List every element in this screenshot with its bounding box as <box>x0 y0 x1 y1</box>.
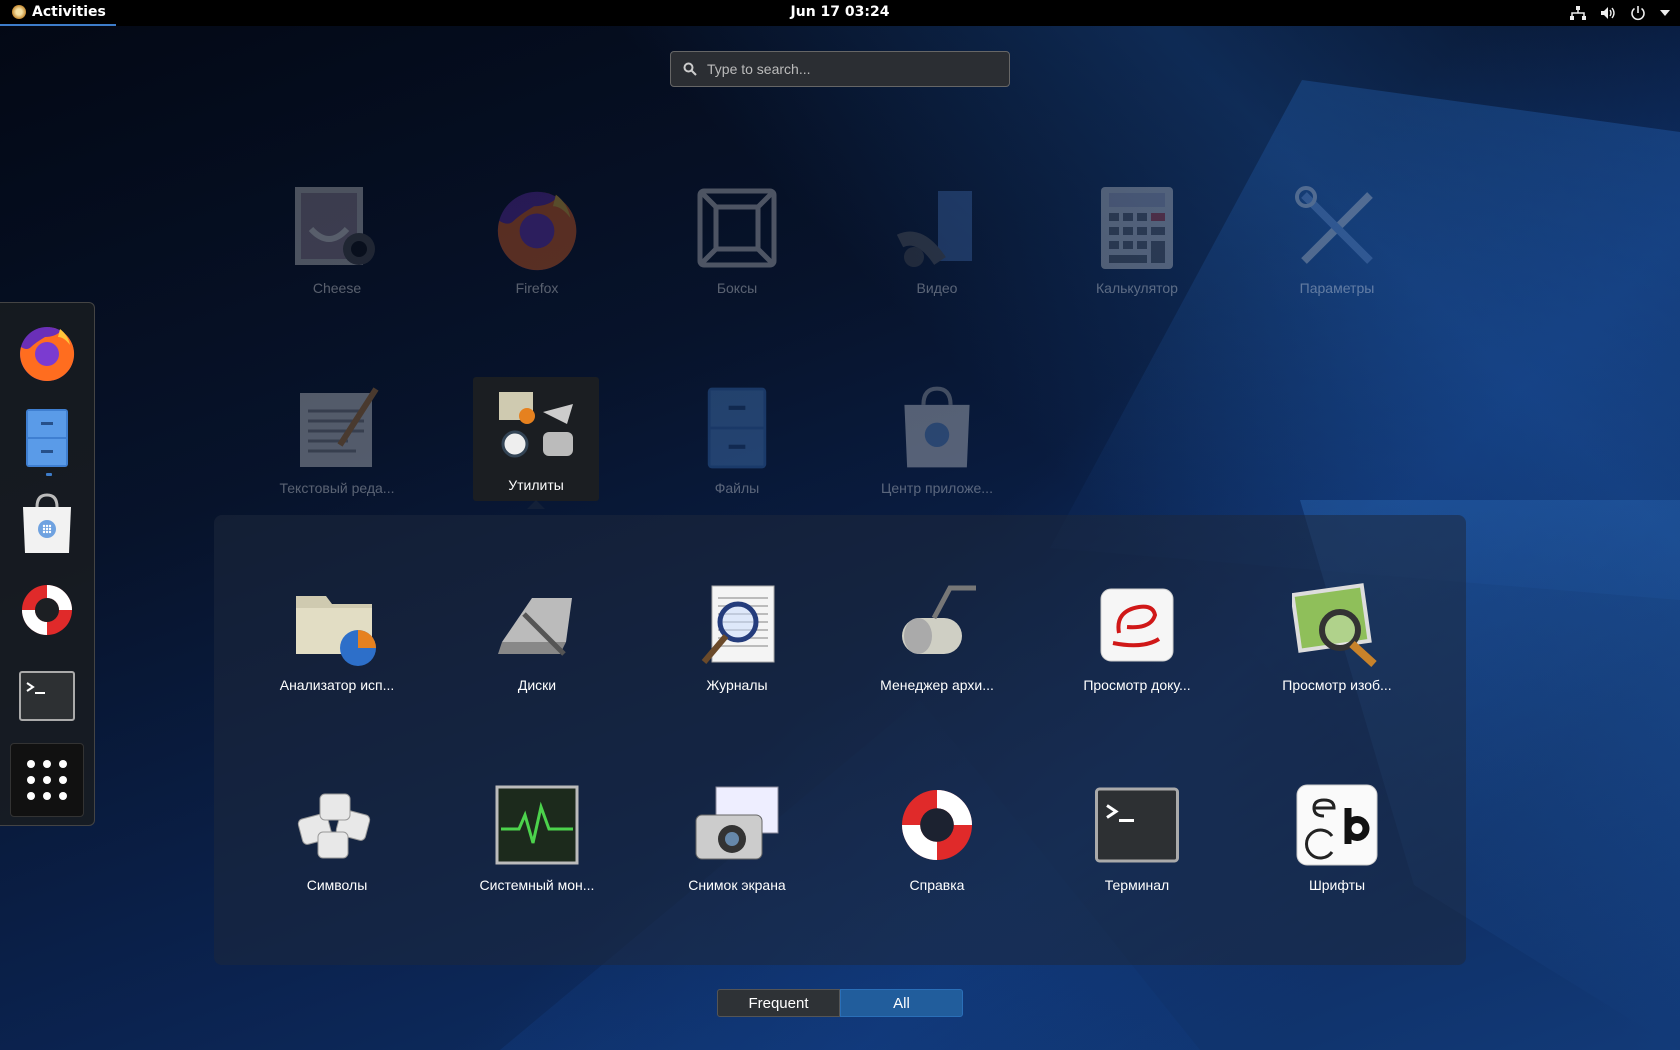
app-calculator[interactable]: Калькулятор <box>1072 180 1202 308</box>
screenshot-camera-icon <box>695 786 779 860</box>
document-viewer-icon <box>1100 588 1174 662</box>
top-bar: Activities Jun 17 03:24 <box>0 0 1680 26</box>
files-icon <box>26 409 68 467</box>
show-apps-button[interactable] <box>10 743 84 817</box>
app-settings[interactable]: Параметры <box>1272 180 1402 308</box>
app-system-monitor[interactable]: Системный мон... <box>472 777 602 905</box>
all-button[interactable]: All <box>840 989 963 1017</box>
app-disks[interactable]: Диски <box>472 577 602 705</box>
system-tray[interactable] <box>1570 0 1670 26</box>
software-bag-icon <box>23 493 71 553</box>
app-terminal[interactable]: Терминал <box>1072 777 1202 905</box>
app-label: Диски <box>517 677 557 693</box>
text-editor-icon <box>300 387 379 467</box>
network-icon[interactable] <box>1570 6 1586 20</box>
app-characters[interactable]: Символы <box>272 777 402 905</box>
volume-icon[interactable] <box>1600 6 1616 20</box>
search-icon <box>683 62 697 76</box>
app-image-viewer[interactable]: Просмотр изоб... <box>1272 577 1402 705</box>
app-label: Cheese <box>312 280 362 296</box>
folder-pointer <box>527 500 545 509</box>
power-icon[interactable] <box>1630 5 1646 21</box>
app-label: Просмотр доку... <box>1083 677 1191 693</box>
app-document-viewer[interactable]: Просмотр доку... <box>1072 577 1202 705</box>
app-fonts[interactable]: Шрифты <box>1272 777 1402 905</box>
app-label: Боксы <box>716 280 758 296</box>
dash-help[interactable] <box>10 573 84 647</box>
view-switch: Frequent All <box>717 989 963 1017</box>
app-label: Текстовый реда... <box>279 480 395 496</box>
app-label: Шрифты <box>1308 877 1366 893</box>
frequent-button[interactable]: Frequent <box>717 989 840 1017</box>
app-label: Терминал <box>1104 877 1170 893</box>
app-files[interactable]: Файлы <box>672 380 802 508</box>
dash <box>0 302 95 826</box>
app-label: Видео <box>916 280 958 296</box>
app-disk-usage[interactable]: Анализатор исп... <box>272 577 402 705</box>
search-input[interactable] <box>707 61 987 77</box>
disk-usage-analyzer-icon <box>296 596 376 666</box>
app-label: Файлы <box>714 480 760 496</box>
show-apps-grid-icon <box>27 760 67 800</box>
firefox-icon <box>497 191 577 271</box>
app-help[interactable]: Справка <box>872 777 1002 905</box>
logs-magnifier-icon <box>701 585 775 664</box>
files-icon <box>707 387 767 469</box>
gnome-foot-icon <box>12 5 26 19</box>
firefox-icon <box>20 326 75 381</box>
help-lifebuoy-icon <box>902 790 972 860</box>
software-bag-icon <box>904 386 970 468</box>
dash-software[interactable] <box>10 487 84 561</box>
clock-button[interactable]: Jun 17 03:24 <box>791 4 890 20</box>
calculator-icon <box>1101 187 1173 269</box>
running-indicator <box>46 473 52 476</box>
app-label: Центр приложе... <box>881 480 993 496</box>
app-archive-manager[interactable]: Менеджер архи... <box>872 577 1002 705</box>
archive-manager-icon <box>902 585 976 654</box>
app-label: Менеджер архи... <box>880 677 994 693</box>
folder-utilities[interactable]: Утилиты <box>473 377 599 501</box>
video-film-icon <box>896 191 972 267</box>
chevron-down-icon[interactable] <box>1660 9 1670 17</box>
app-cheese[interactable]: Cheese <box>272 180 402 308</box>
search-box[interactable] <box>670 51 1010 87</box>
activities-label: Activities <box>32 4 106 20</box>
dash-terminal[interactable] <box>10 659 84 733</box>
cheese-webcam-icon <box>295 187 375 265</box>
app-boxes[interactable]: Боксы <box>672 180 802 308</box>
activities-button[interactable]: Activities <box>0 0 116 26</box>
disks-icon <box>498 598 572 656</box>
app-text-editor[interactable]: Текстовый реда... <box>272 380 402 508</box>
boxes-cube-icon <box>697 188 777 268</box>
terminal-icon <box>19 671 75 721</box>
terminal-icon <box>1095 787 1179 863</box>
app-software-center[interactable]: Центр приложе... <box>872 380 1002 508</box>
app-video[interactable]: Видео <box>872 180 1002 308</box>
system-monitor-icon <box>495 785 579 865</box>
app-label: Анализатор исп... <box>279 677 395 693</box>
app-screenshot[interactable]: Снимок экрана <box>672 777 802 905</box>
app-label: Калькулятор <box>1096 280 1178 296</box>
app-logs[interactable]: Журналы <box>672 577 802 705</box>
settings-tools-icon <box>1295 186 1373 264</box>
app-label: Просмотр изоб... <box>1282 677 1392 693</box>
app-label: Утилиты <box>508 477 564 493</box>
app-label: Снимок экрана <box>688 877 786 893</box>
characters-keys-icon <box>297 793 371 859</box>
image-viewer-icon <box>1292 583 1377 667</box>
app-label: Системный мон... <box>479 877 595 893</box>
utilities-folder-icon <box>499 392 573 458</box>
app-label: Символы <box>306 877 368 893</box>
app-label: Справка <box>909 877 965 893</box>
app-label: Параметры <box>1299 280 1375 296</box>
dash-firefox[interactable] <box>10 315 84 389</box>
app-firefox[interactable]: Firefox <box>472 180 602 308</box>
app-label: Firefox <box>515 280 559 296</box>
clock: Jun 17 03:24 <box>0 4 1680 20</box>
fonts-icon <box>1296 784 1378 866</box>
dash-files[interactable] <box>10 401 84 475</box>
help-lifebuoy-icon <box>22 585 72 635</box>
app-label: Журналы <box>706 677 768 693</box>
